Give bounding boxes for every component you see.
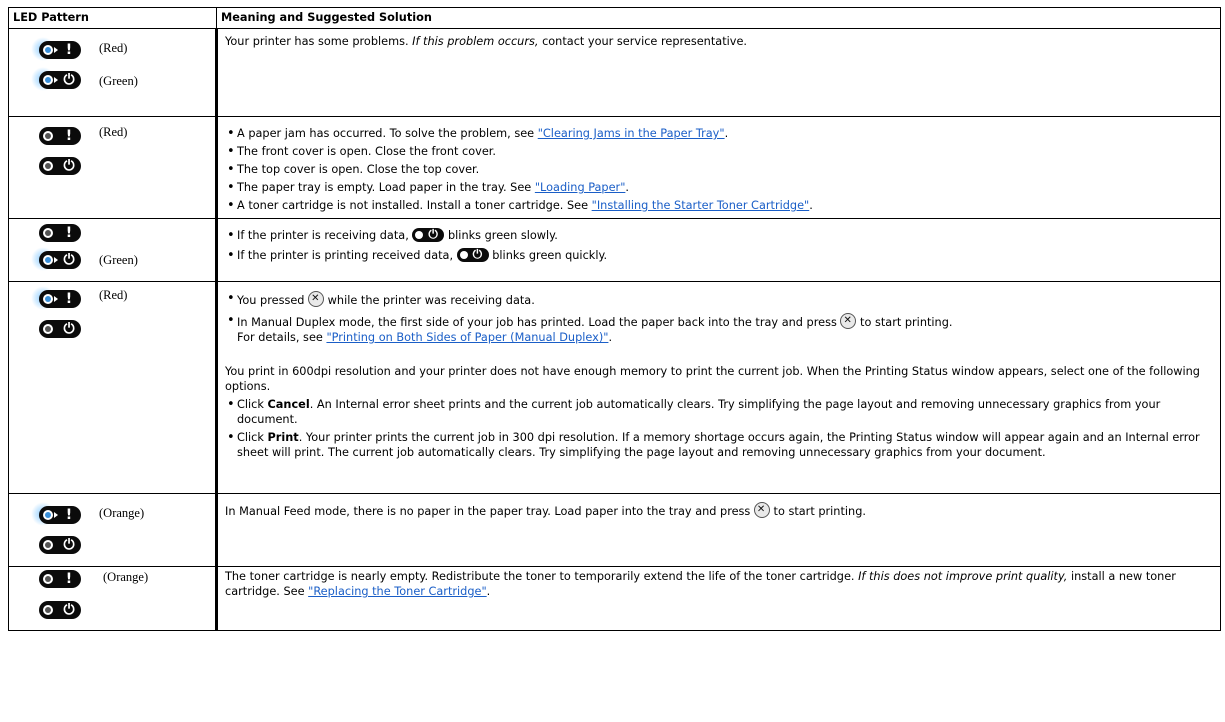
error-led-icon: !: [39, 506, 81, 524]
meaning-emphasis: If this problem occurs,: [412, 35, 539, 48]
power-led-icon: ⏻: [39, 320, 81, 338]
table-row: ! (Red) ⏻ (Green) Your printer has some pr…: [8, 28, 1221, 117]
power-led-icon: ⏻: [39, 71, 81, 89]
list-item: Click Cancel. An Internal error sheet pr…: [227, 397, 1213, 427]
list-item: The paper tray is empty. Load paper in t…: [227, 180, 1213, 195]
power-led-inline-icon: ⏻: [456, 247, 489, 262]
power-led-icon: ⏻: [39, 251, 81, 269]
table-row: ! (Orange) ⏻ The toner cartridge is nearl…: [8, 566, 1221, 631]
led-cell: ! (Orange) ⏻: [8, 493, 218, 567]
error-led-icon: !: [39, 570, 81, 588]
header-meaning: Meaning and Suggested Solution: [216, 7, 1221, 29]
list-item: In Manual Duplex mode, the first side of…: [227, 313, 1213, 345]
link-replacing-toner[interactable]: "Replacing the Toner Cartridge": [308, 585, 487, 598]
led-cell: ! (Orange) ⏻: [8, 566, 218, 631]
led-color-label: (Red): [99, 288, 128, 302]
meaning-text: to start printing.: [773, 505, 866, 518]
list-item: The front cover is open. Close the front…: [227, 144, 1213, 159]
meaning-cell: You pressed while the printer was receiv…: [216, 281, 1221, 494]
memory-paragraph: You print in 600dpi resolution and your …: [225, 365, 1200, 393]
led-cell: ! (Red) ⏻: [8, 116, 218, 219]
meaning-cell: Your printer has some problems. If this …: [216, 28, 1221, 117]
led-cell: ! ⏻ (Green): [8, 218, 218, 282]
power-led-icon: ⏻: [39, 157, 81, 175]
link-clearing-jams[interactable]: "Clearing Jams in the Paper Tray": [538, 127, 725, 140]
led-cell: ! (Red) ⏻ (Green): [8, 28, 218, 117]
link-loading-paper[interactable]: "Loading Paper": [535, 181, 626, 194]
meaning-text: contact your service representative.: [542, 35, 747, 48]
meaning-text: In Manual Feed mode, there is no paper i…: [225, 505, 751, 518]
table-row: ! (Red) ⏻ A paper jam has occurred. To so…: [8, 116, 1221, 219]
led-pattern-table: LED Pattern Meaning and Suggested Soluti…: [8, 7, 1221, 631]
power-led-inline-icon: ⏻: [412, 227, 445, 242]
list-item: The top cover is open. Close the top cov…: [227, 162, 1213, 177]
list-item: A paper jam has occurred. To solve the p…: [227, 126, 1213, 141]
link-manual-duplex[interactable]: "Printing on Both Sides of Paper (Manual…: [326, 331, 608, 344]
table-header-row: LED Pattern Meaning and Suggested Soluti…: [8, 7, 1221, 29]
list-item: A toner cartridge is not installed. Inst…: [227, 198, 1213, 213]
meaning-text: Your printer has some problems.: [225, 35, 409, 48]
error-led-icon: !: [39, 290, 81, 308]
led-color-label: (Red): [99, 125, 128, 139]
led-color-label: (Green): [99, 253, 138, 267]
led-color-label: (Red): [99, 41, 128, 55]
meaning-cell: The toner cartridge is nearly empty. Red…: [216, 566, 1221, 631]
power-led-icon: ⏻: [39, 536, 81, 554]
led-cell: ! (Red) ⏻: [8, 281, 218, 494]
header-led-pattern: LED Pattern: [8, 7, 217, 29]
list-item: You pressed while the printer was receiv…: [227, 291, 1213, 308]
table-row: ! ⏻ (Green) If the printer is receiving d…: [8, 218, 1221, 282]
meaning-list: If the printer is receiving data, ⏻ blin…: [225, 227, 1213, 263]
led-color-label: (Green): [99, 74, 138, 88]
table-row: ! (Orange) ⏻ In Manual Feed mode, there i…: [8, 493, 1221, 567]
cancel-button-icon: [308, 291, 325, 307]
led-color-label: (Orange): [103, 570, 149, 584]
power-led-icon: ⏻: [39, 601, 81, 619]
list-item: Click Print. Your printer prints the cur…: [227, 430, 1213, 460]
error-led-icon: !: [39, 127, 81, 145]
meaning-cell: In Manual Feed mode, there is no paper i…: [216, 493, 1221, 567]
list-item: If the printer is printing received data…: [227, 247, 1213, 263]
table-row: ! (Red) ⏻ You pressed while the printer w…: [8, 281, 1221, 494]
meaning-list: You pressed while the printer was receiv…: [225, 291, 1213, 345]
meaning-emphasis: If this does not improve print quality,: [858, 570, 1068, 583]
error-led-icon: !: [39, 41, 81, 59]
cancel-button-icon: [840, 313, 857, 329]
list-item: If the printer is receiving data, ⏻ blin…: [227, 227, 1213, 243]
meaning-cell: A paper jam has occurred. To solve the p…: [216, 116, 1221, 219]
cancel-button-icon: [753, 502, 770, 518]
link-installing-toner[interactable]: "Installing the Starter Toner Cartridge": [592, 199, 810, 212]
meaning-cell: If the printer is receiving data, ⏻ blin…: [216, 218, 1221, 282]
options-list: Click Cancel. An Internal error sheet pr…: [225, 397, 1213, 460]
led-color-label: (Orange): [99, 506, 145, 520]
error-led-icon: !: [39, 224, 81, 242]
led-table-container: LED Pattern Meaning and Suggested Soluti…: [8, 7, 1221, 631]
meaning-text: The toner cartridge is nearly empty. Red…: [225, 570, 855, 583]
meaning-list: A paper jam has occurred. To solve the p…: [225, 126, 1213, 213]
